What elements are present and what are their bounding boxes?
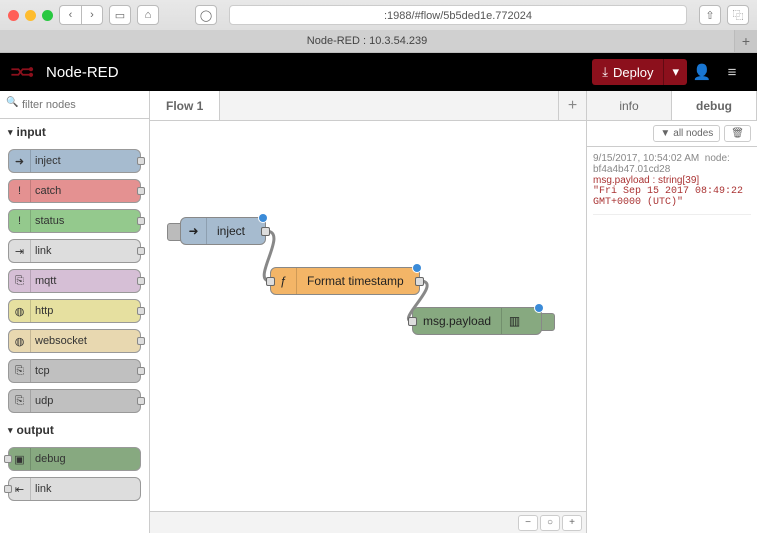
palette-node-link-in[interactable]: ⇥link (8, 239, 141, 263)
palette-node-catch[interactable]: !catch (8, 179, 141, 203)
output-port[interactable] (415, 277, 424, 286)
zoom-reset-button[interactable]: ○ (540, 515, 560, 531)
input-port[interactable] (266, 277, 275, 286)
alert-icon: ! (9, 180, 31, 202)
back-button[interactable]: ‹ (59, 5, 81, 25)
palette-filter-input[interactable] (4, 96, 145, 114)
sidebar-toggle-button[interactable]: ▭ (109, 5, 131, 25)
url-bar[interactable]: :1988/#flow/5b5ded1e.772024 (229, 5, 687, 25)
flow-node-inject[interactable]: ➜ inject (180, 217, 266, 245)
debug-output: 9/15/2017, 10:54:02 AM node: bf4a4b47.01… (587, 147, 757, 533)
bridge-icon: ⎘ (9, 270, 31, 292)
zoom-out-button[interactable]: − (518, 515, 538, 531)
share-button[interactable]: ⇧ (699, 5, 721, 25)
palette-node-inject[interactable]: ➜inject (8, 149, 141, 173)
palette-category-output[interactable]: output (0, 417, 149, 443)
debug-payload-key: msg.payload : string[39] (593, 175, 751, 186)
globe-icon: ◍ (9, 330, 31, 352)
bridge-icon: ⎘ (9, 390, 31, 412)
debug-message[interactable]: 9/15/2017, 10:54:02 AM node: bf4a4b47.01… (593, 153, 751, 215)
window-controls (8, 10, 53, 21)
palette-node-status[interactable]: !status (8, 209, 141, 233)
debug-timestamp: 9/15/2017, 10:54:02 AM (593, 153, 699, 164)
flow-node-function[interactable]: ƒ Format timestamp (270, 267, 420, 295)
sidebar-tab-info[interactable]: info (587, 91, 672, 120)
inject-trigger-button[interactable] (167, 223, 181, 241)
palette-node-debug[interactable]: ▣debug (8, 447, 141, 471)
palette-node-mqtt[interactable]: ⎘mqtt (8, 269, 141, 293)
forward-button[interactable]: › (81, 5, 103, 25)
deploy-icon: ⤓ (602, 64, 608, 80)
debug-toggle-button[interactable] (541, 313, 555, 331)
debug-icon: ▥ (501, 308, 527, 334)
zoom-in-button[interactable]: + (562, 515, 582, 531)
palette-category-input[interactable]: input (0, 119, 149, 145)
trash-icon: 🗑 (731, 128, 744, 139)
input-port[interactable] (408, 317, 417, 326)
debug-payload-value: "Fri Sep 15 2017 08:49:22 GMT+0000 (UTC)… (593, 186, 751, 208)
flow-tab[interactable]: Flow 1 (150, 91, 220, 120)
minimize-window-icon[interactable] (25, 10, 36, 21)
deploy-menu-caret[interactable]: ▾ (663, 59, 687, 85)
debug-icon: ▣ (9, 448, 31, 470)
close-window-icon[interactable] (8, 10, 19, 21)
new-tab-button[interactable]: + (735, 30, 757, 52)
palette-node-link-out[interactable]: ⇤link (8, 477, 141, 501)
arrow-in-icon: ➜ (181, 218, 207, 244)
node-red-logo-icon (10, 65, 38, 79)
deploy-button[interactable]: ⤓Deploy ▾ (592, 59, 687, 85)
canvas-footer: − ○ + (150, 511, 586, 533)
arrow-in-icon: ➜ (9, 150, 31, 172)
status-icon: ! (9, 210, 31, 232)
menu-icon[interactable]: ≡ (717, 64, 747, 81)
sidebar-panel: info debug ▼all nodes 🗑 9/15/2017, 10:54… (587, 91, 757, 533)
bridge-icon: ⎘ (9, 360, 31, 382)
node-changed-icon (413, 264, 421, 272)
output-port[interactable] (261, 227, 270, 236)
maximize-window-icon[interactable] (42, 10, 53, 21)
browser-chrome: ‹ › ▭ ⌂ ◯ :1988/#flow/5b5ded1e.772024 ⇧ … (0, 0, 757, 53)
tabs-button[interactable]: ⿻ (727, 5, 749, 25)
palette-panel: input ➜inject !catch !status ⇥link ⎘mqtt… (0, 91, 150, 533)
nav-buttons: ‹ › (59, 5, 103, 25)
link-icon: ⇥ (9, 240, 31, 262)
user-icon[interactable]: 👤 (687, 63, 717, 81)
debug-clear-button[interactable]: 🗑 (724, 125, 751, 142)
browser-tab[interactable]: Node-RED : 10.3.54.239 (0, 30, 735, 52)
node-changed-icon (535, 304, 543, 312)
app-title: Node-RED (46, 64, 119, 81)
filter-icon: ▼ (660, 128, 670, 139)
debug-node-id: bf4a4b47.01cd28 (593, 164, 751, 175)
link-icon: ⇤ (9, 478, 31, 500)
workspace: Flow 1 + ➜ inject ƒ Format timestamp (150, 91, 587, 533)
flow-canvas[interactable]: ➜ inject ƒ Format timestamp msg.payload … (150, 121, 586, 511)
add-flow-button[interactable]: + (558, 91, 586, 120)
debug-filter-button[interactable]: ▼all nodes (653, 125, 720, 142)
palette-node-http[interactable]: ◍http (8, 299, 141, 323)
home-button[interactable]: ⌂ (137, 5, 159, 25)
palette-node-websocket[interactable]: ◍websocket (8, 329, 141, 353)
globe-icon: ◍ (9, 300, 31, 322)
app-header: Node-RED ⤓Deploy ▾ 👤 ≡ (0, 53, 757, 91)
sidebar-tab-debug[interactable]: debug (672, 91, 757, 120)
palette-node-tcp[interactable]: ⎘tcp (8, 359, 141, 383)
palette-node-udp[interactable]: ⎘udp (8, 389, 141, 413)
flow-node-debug[interactable]: msg.payload ▥ (412, 307, 542, 335)
node-changed-icon (259, 214, 267, 222)
refresh-button[interactable]: ◯ (195, 5, 217, 25)
